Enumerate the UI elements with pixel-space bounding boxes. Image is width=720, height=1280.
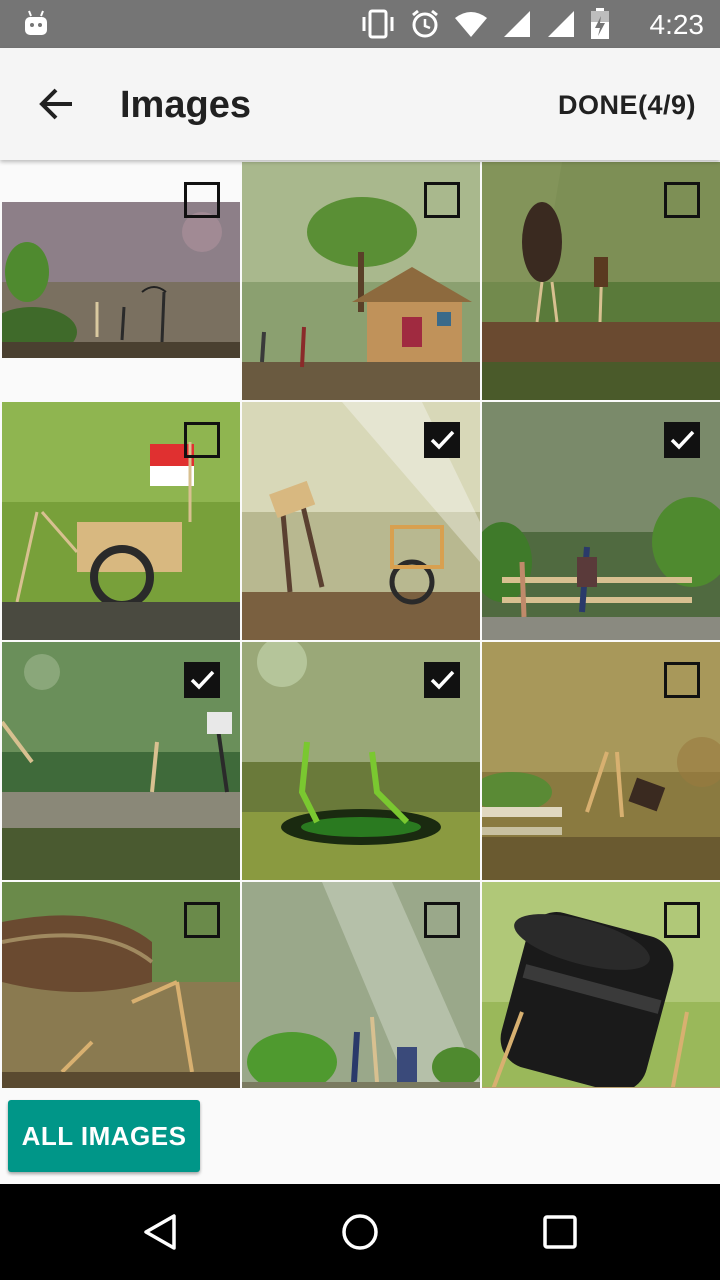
- status-bar: 4:23: [0, 0, 720, 48]
- image-tile[interactable]: [2, 402, 240, 640]
- clock: 4:23: [649, 9, 705, 40]
- status-icons: [360, 8, 610, 40]
- select-checkbox[interactable]: [424, 902, 460, 938]
- select-checkbox[interactable]: [184, 182, 220, 218]
- image-tile[interactable]: [242, 642, 480, 880]
- select-checkbox-checked[interactable]: [424, 422, 460, 458]
- done-button[interactable]: DONE(4/9): [558, 90, 696, 121]
- select-checkbox[interactable]: [184, 902, 220, 938]
- alarm-icon: [412, 9, 438, 38]
- signal-icon: [504, 11, 530, 37]
- select-checkbox-checked[interactable]: [664, 422, 700, 458]
- bottom-bar: ALL IMAGES: [0, 1088, 720, 1184]
- android-icon: [25, 10, 47, 35]
- image-tile[interactable]: [482, 402, 720, 640]
- nav-back-icon[interactable]: [140, 1212, 180, 1252]
- select-checkbox[interactable]: [664, 662, 700, 698]
- navigation-bar: [0, 1184, 720, 1280]
- app-bar: Images DONE(4/9): [0, 48, 720, 160]
- screen: 4:23 Images DONE(4/9) ALL IMAGES: [0, 0, 720, 1280]
- select-checkbox-checked[interactable]: [184, 662, 220, 698]
- image-tile[interactable]: [242, 882, 480, 1088]
- image-tile[interactable]: [242, 402, 480, 640]
- nav-recents-icon[interactable]: [540, 1212, 580, 1252]
- checkmark-icon: [430, 670, 455, 690]
- image-tile[interactable]: [482, 642, 720, 880]
- vibrate-icon: [362, 9, 394, 39]
- arrow-back-icon[interactable]: [36, 84, 76, 124]
- page-title: Images: [120, 84, 251, 126]
- image-tile[interactable]: [482, 162, 720, 400]
- checkmark-icon: [430, 430, 455, 450]
- nav-home-icon[interactable]: [340, 1212, 380, 1252]
- image-tile[interactable]: [482, 882, 720, 1088]
- image-grid: [0, 160, 720, 1088]
- select-checkbox-checked[interactable]: [424, 662, 460, 698]
- select-checkbox[interactable]: [664, 182, 700, 218]
- signal-icon-2: [548, 11, 574, 37]
- image-tile[interactable]: [242, 162, 480, 400]
- battery-icon: [591, 8, 609, 39]
- select-checkbox[interactable]: [424, 182, 460, 218]
- checkmark-icon: [190, 670, 215, 690]
- image-tile[interactable]: [2, 642, 240, 880]
- checkmark-icon: [670, 430, 695, 450]
- wifi-icon: [455, 12, 487, 37]
- select-checkbox[interactable]: [184, 422, 220, 458]
- image-tile[interactable]: [2, 162, 240, 400]
- select-checkbox[interactable]: [664, 902, 700, 938]
- all-images-button[interactable]: ALL IMAGES: [8, 1100, 200, 1172]
- image-tile[interactable]: [2, 882, 240, 1088]
